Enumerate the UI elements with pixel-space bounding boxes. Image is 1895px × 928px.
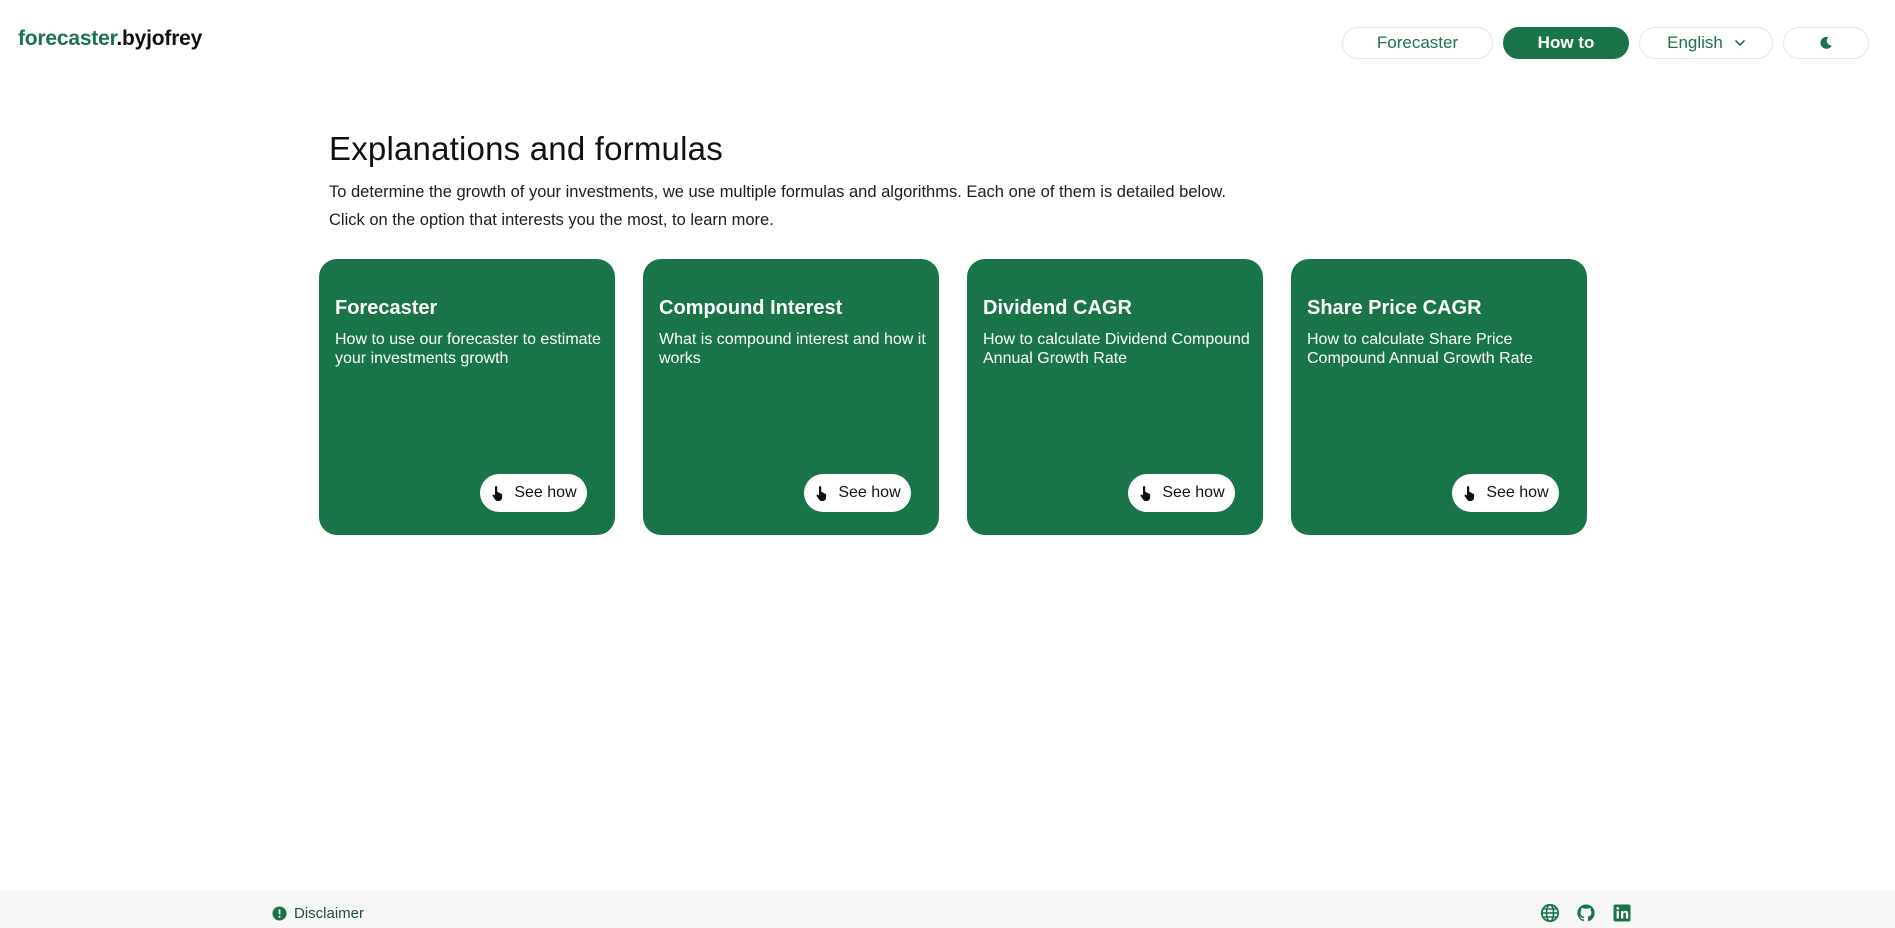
see-how-label: See how	[1162, 484, 1225, 501]
card-title: Forecaster	[335, 297, 438, 319]
see-how-label: See how	[1486, 484, 1549, 501]
see-how-label: See how	[514, 484, 577, 501]
page-description: To determine the growth of your investme…	[329, 178, 1589, 234]
chevron-down-icon	[1735, 40, 1745, 46]
logo-brand: forecaster	[18, 27, 117, 50]
page: forecaster.byjofrey Forecaster How to En…	[0, 0, 1895, 928]
see-how-label: See how	[838, 484, 901, 501]
pointer-hand-icon	[1464, 486, 1475, 501]
card-description: What is compound interest and how it wor…	[659, 331, 926, 367]
pointer-hand-icon	[492, 486, 503, 501]
disclaimer-label: Disclaimer	[294, 905, 365, 922]
language-select[interactable]: English	[1639, 27, 1773, 59]
disclaimer-link[interactable]: Disclaimer	[272, 905, 364, 922]
card-description: How to use our forecaster to estimate yo…	[335, 331, 601, 367]
description-line-2: Click on the option that interests you t…	[329, 211, 774, 229]
card-description: How to calculate Share Price Compound An…	[1307, 331, 1533, 367]
language-label: English	[1667, 33, 1723, 52]
footer-social-links	[1540, 903, 1632, 923]
page-title: Explanations and formulas	[329, 130, 723, 167]
theme-toggle-button[interactable]	[1783, 27, 1869, 59]
card-title: Compound Interest	[659, 297, 843, 319]
nav-forecaster-button[interactable]: Forecaster	[1342, 27, 1493, 59]
card-title: Dividend CAGR	[983, 297, 1132, 319]
nav-howto-button[interactable]: How to	[1503, 27, 1629, 59]
logo[interactable]: forecaster.byjofrey	[18, 27, 202, 51]
cards-grid: Forecaster How to use our forecaster to …	[319, 259, 1587, 535]
pointer-hand-icon	[816, 486, 827, 501]
alert-circle-icon	[272, 906, 287, 921]
globe-icon[interactable]	[1540, 903, 1560, 923]
github-icon[interactable]	[1576, 903, 1596, 923]
linkedin-icon[interactable]	[1612, 903, 1632, 923]
moon-icon	[1820, 36, 1832, 49]
card-compound-interest[interactable]: Compound Interest What is compound inter…	[643, 259, 939, 535]
pointer-hand-icon	[1140, 486, 1151, 501]
see-how-button[interactable]: See how	[480, 474, 587, 512]
card-forecaster[interactable]: Forecaster How to use our forecaster to …	[319, 259, 615, 535]
see-how-button[interactable]: See how	[804, 474, 911, 512]
card-share-price-cagr[interactable]: Share Price CAGR How to calculate Share …	[1291, 259, 1587, 535]
see-how-button[interactable]: See how	[1128, 474, 1235, 512]
main-content: Explanations and formulas To determine t…	[329, 130, 1589, 234]
card-description: How to calculate Dividend Compound Annua…	[983, 331, 1250, 367]
logo-by: .byjofrey	[116, 27, 203, 50]
see-how-button[interactable]: See how	[1452, 474, 1559, 512]
card-dividend-cagr[interactable]: Dividend CAGR How to calculate Dividend …	[967, 259, 1263, 535]
card-title: Share Price CAGR	[1307, 297, 1482, 319]
footer: Disclaimer	[0, 891, 1895, 928]
top-nav: Forecaster How to English	[1342, 27, 1869, 59]
header: forecaster.byjofrey Forecaster How to En…	[0, 0, 1895, 85]
description-line-1: To determine the growth of your investme…	[329, 183, 1226, 201]
